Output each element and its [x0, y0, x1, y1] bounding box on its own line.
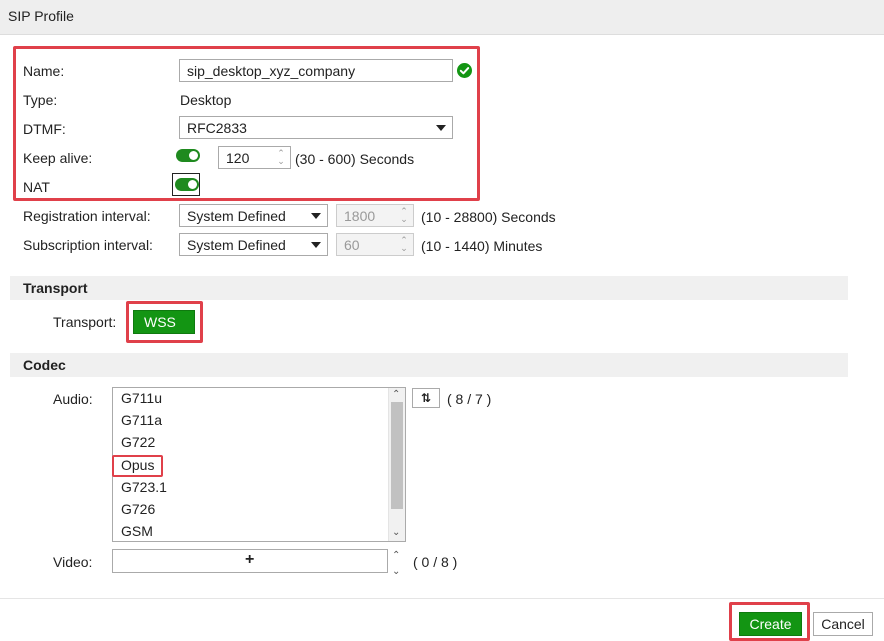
transport-label: Transport:	[53, 314, 117, 330]
dialog-title: SIP Profile	[8, 8, 74, 24]
list-item[interactable]: GSM	[121, 523, 153, 539]
type-label: Type:	[23, 92, 58, 108]
spinner-icon: ⌃ ⌄	[400, 206, 408, 224]
transport-section-header: Transport	[10, 276, 848, 300]
subscription-interval-mode: System Defined	[187, 237, 286, 253]
video-count: ( 0 / 8 )	[413, 554, 458, 570]
dtmf-label: DTMF:	[23, 121, 66, 137]
subscription-interval-input: 60 ⌃ ⌄	[336, 233, 414, 256]
transport-section-title: Transport	[23, 280, 88, 296]
scroll-down-icon[interactable]: ⌄	[392, 528, 400, 538]
list-item[interactable]: G726	[121, 501, 155, 517]
spinner-icon[interactable]: ⌃ ⌄	[276, 149, 286, 166]
sort-icon[interactable]: ⇅	[412, 388, 440, 408]
list-item[interactable]: G722	[121, 434, 155, 450]
valid-check-icon	[457, 63, 472, 78]
name-input[interactable]	[179, 59, 453, 82]
video-list-scrollbar[interactable]: ⌃ ⌄	[388, 549, 406, 577]
subscription-interval-select[interactable]: System Defined	[179, 233, 328, 256]
audio-list-scrollbar[interactable]: ⌃ ⌄	[388, 388, 405, 541]
chevron-down-icon	[311, 242, 321, 248]
scrollbar-thumb[interactable]	[391, 402, 403, 509]
dtmf-select-value: RFC2833	[187, 120, 247, 136]
type-value: Desktop	[180, 92, 232, 108]
registration-interval-label: Registration interval:	[23, 208, 151, 224]
keep-alive-range: (30 - 600) Seconds	[295, 151, 415, 167]
list-item[interactable]: G711u	[121, 390, 162, 406]
registration-interval-input: 1800 ⌃ ⌄	[336, 204, 414, 227]
keep-alive-label: Keep alive:	[23, 150, 93, 166]
registration-interval-range: (10 - 28800) Seconds	[421, 209, 556, 225]
registration-interval-mode: System Defined	[187, 208, 286, 224]
footer-divider	[0, 598, 884, 599]
spinner-icon: ⌃ ⌄	[400, 235, 408, 253]
toggle-knob	[188, 180, 197, 189]
subscription-interval-range: (10 - 1440) Minutes	[421, 238, 543, 254]
create-button[interactable]: Create	[739, 612, 802, 636]
dialog-header: SIP Profile	[0, 0, 884, 35]
cancel-button[interactable]: Cancel	[813, 612, 873, 636]
video-label: Video:	[53, 554, 93, 570]
subscription-interval-label: Subscription interval:	[23, 237, 153, 253]
scroll-down-icon[interactable]: ⌄	[392, 567, 400, 577]
keep-alive-value: 120	[226, 150, 250, 166]
video-codec-add[interactable]: +	[112, 549, 388, 573]
name-label: Name:	[23, 63, 65, 79]
codec-section-title: Codec	[23, 357, 66, 373]
chevron-down-icon	[436, 125, 446, 131]
list-item[interactable]: G723.1	[121, 479, 167, 495]
subscription-interval-value: 60	[344, 237, 360, 253]
registration-interval-value: 1800	[344, 208, 376, 224]
audio-count: ( 8 / 7 )	[447, 391, 492, 407]
codec-section-header: Codec	[10, 353, 848, 377]
transport-wss-button[interactable]: WSS	[133, 310, 195, 334]
list-item[interactable]: G711a	[121, 412, 162, 428]
chevron-down-icon	[311, 213, 321, 219]
audio-label: Audio:	[53, 391, 93, 407]
keep-alive-toggle[interactable]	[176, 149, 200, 162]
scroll-up-icon[interactable]: ⌃	[392, 551, 400, 561]
keep-alive-input[interactable]: 120 ⌃ ⌄	[218, 146, 291, 169]
add-icon[interactable]: +	[245, 551, 254, 569]
highlight-opus	[112, 455, 163, 477]
nat-toggle[interactable]	[175, 178, 199, 191]
nat-label: NAT	[23, 179, 50, 195]
scroll-up-icon[interactable]: ⌃	[392, 390, 400, 400]
dtmf-select[interactable]: RFC2833	[179, 116, 453, 139]
toggle-knob	[189, 151, 198, 160]
registration-interval-select[interactable]: System Defined	[179, 204, 328, 227]
